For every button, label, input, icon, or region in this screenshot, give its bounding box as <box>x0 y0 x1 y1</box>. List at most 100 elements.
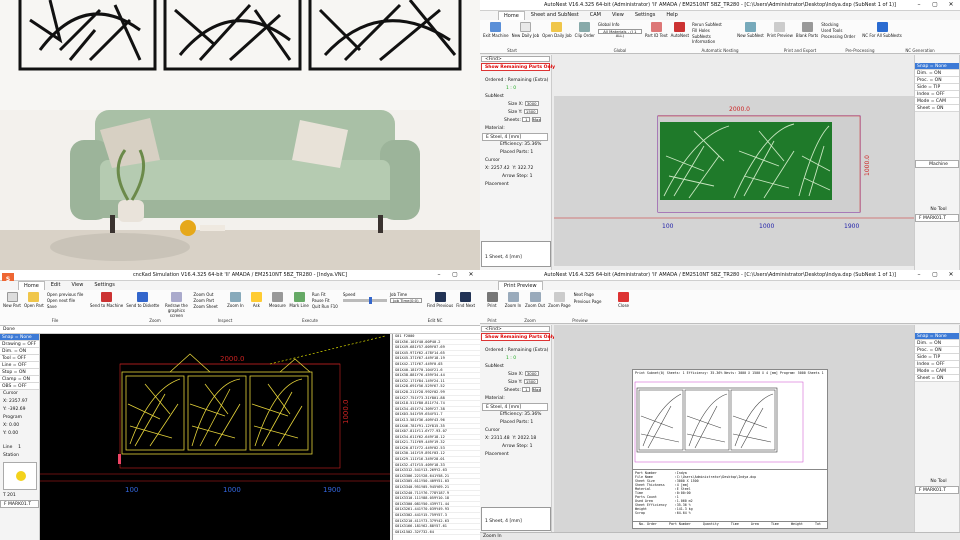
autonest-button[interactable]: AutoNest <box>671 22 689 38</box>
find-previous-button[interactable]: Find Previous <box>427 292 453 308</box>
nc-code-line[interactable]: G01X1502.32Y732.64 <box>393 530 480 536</box>
size-y-field[interactable]: 1500 <box>523 109 538 114</box>
global-info-link[interactable]: Global Info <box>598 22 642 27</box>
show-remaining-toggle[interactable]: Show Remaining Parts Only <box>481 63 555 71</box>
open-next-button[interactable]: Open next file <box>47 298 87 303</box>
sheet-toggle[interactable]: Sheet = ON <box>915 105 959 112</box>
proc-toggle[interactable]: Proc. = ON <box>915 347 959 354</box>
tab-home[interactable]: Home <box>18 281 45 290</box>
tab-cam[interactable]: CAM <box>585 11 606 20</box>
tab-home[interactable]: Home <box>498 11 525 20</box>
minimize-icon[interactable]: – <box>912 271 926 279</box>
zoom-page-button[interactable]: Zoom Page <box>548 292 571 308</box>
send-to-machine-button[interactable]: Send to Machine <box>90 292 123 308</box>
snap-toggle[interactable]: Snap = None <box>915 333 959 340</box>
print-preview-button[interactable]: Print Preview <box>767 22 793 38</box>
minimize-icon[interactable]: – <box>432 271 446 279</box>
processing-order-button[interactable]: Processing Order <box>821 34 859 39</box>
clamp-toggle[interactable]: Clamp = ON <box>0 376 39 383</box>
dim-toggle[interactable]: Dim. = ON <box>915 340 959 347</box>
size-x-field[interactable]: 3000 <box>524 101 539 106</box>
close-icon[interactable]: ✕ <box>464 271 478 279</box>
preview-area[interactable]: Print Subnet(0) Sheets: 1 Efficiency: 35… <box>554 325 914 532</box>
show-remaining-toggle[interactable]: Show Remaining Parts Only <box>481 333 555 341</box>
redraw-button[interactable]: Redraw the graphics screen <box>162 292 190 318</box>
new-daily-job-button[interactable]: New Daily Job <box>512 22 539 38</box>
side-toggle[interactable]: Side = TIP <box>915 354 959 361</box>
tab-settings[interactable]: Settings <box>630 11 661 20</box>
sheet-toggle[interactable]: Sheet = ON <box>915 375 959 382</box>
maximize-icon[interactable]: ▢ <box>928 271 942 279</box>
size-y-field[interactable]: 1500 <box>523 379 538 384</box>
pause-fit-button[interactable]: Pause Fit <box>312 298 340 303</box>
proc-toggle[interactable]: Proc. = ON <box>915 77 959 84</box>
used-tools-button[interactable]: Used Tools <box>821 28 859 33</box>
mode-toggle[interactable]: Mode = CAM <box>915 368 959 375</box>
obs-toggle[interactable]: OBS = OFF <box>0 383 39 390</box>
open-part-button[interactable]: Open Part <box>24 292 44 308</box>
speed-slider[interactable] <box>342 297 387 304</box>
new-part-button[interactable]: New Part <box>3 292 21 308</box>
fill-holes-button[interactable]: Fill Holes <box>692 28 734 33</box>
minimize-icon[interactable]: – <box>912 1 926 9</box>
save-button[interactable]: Save <box>47 304 87 309</box>
sheet-list-item[interactable]: 1 Sheet, 4 [mm] <box>482 254 550 262</box>
print-button[interactable]: Print <box>483 292 501 308</box>
tab-help[interactable]: Help <box>661 11 682 20</box>
subnests-info-button[interactable]: SubNests Information <box>692 34 734 44</box>
find-field[interactable]: <Find> <box>481 326 550 332</box>
blank-parts-button[interactable]: Blank Parts <box>796 22 818 38</box>
drawing-toggle[interactable]: Drawing = OFF <box>0 341 39 348</box>
arrow-step[interactable]: Arrow Step: 1 <box>482 173 548 181</box>
zoom-in-button[interactable]: Zoom In <box>504 292 522 308</box>
close-icon[interactable]: ✕ <box>944 271 958 279</box>
close-preview-button[interactable]: Close <box>615 292 633 308</box>
material-select[interactable]: E Steel, 4 [mm] <box>482 133 548 141</box>
snap-toggle[interactable]: Snap = None <box>915 63 959 70</box>
tab-sheet-subnest[interactable]: Sheet and SubNest <box>526 11 584 20</box>
tab-edit[interactable]: Edit <box>46 281 66 290</box>
sheets-field[interactable]: 1 <box>522 117 531 122</box>
ask-button[interactable]: Ask <box>247 292 265 308</box>
next-page-button[interactable]: Next Page <box>574 292 612 297</box>
mode-toggle[interactable]: Mode = CAM <box>915 98 959 105</box>
maximize-icon[interactable]: ▢ <box>928 1 942 9</box>
max-button[interactable]: Max <box>531 117 541 122</box>
maximize-icon[interactable]: ▢ <box>448 271 462 279</box>
mark-line-button[interactable]: Mark Line <box>289 292 309 308</box>
nest-canvas[interactable]: 2000.0 1000.0 100 1000 1900 <box>554 96 914 266</box>
measure-button[interactable]: Measure <box>268 292 286 308</box>
line-toggle[interactable]: Line = OFF <box>0 362 39 369</box>
rerun-subnest-button[interactable]: Rerun SubNest <box>692 22 734 27</box>
previous-page-button[interactable]: Previous Page <box>574 299 612 304</box>
dim-toggle[interactable]: Dim. = ON <box>915 70 959 77</box>
sheet-list-item[interactable]: 1 Sheet, 4 [mm] <box>482 518 550 526</box>
tab-view[interactable]: View <box>607 11 629 20</box>
snap-toggle[interactable]: Snap = None <box>0 334 39 341</box>
max-button[interactable]: Max <box>531 387 541 392</box>
find-field[interactable]: <Find> <box>481 56 550 62</box>
send-to-diskette-button[interactable]: Send to Diskette <box>126 292 159 308</box>
find-next-button[interactable]: Find Next <box>456 292 475 308</box>
size-x-field[interactable]: 3000 <box>524 371 539 376</box>
open-previous-button[interactable]: Open previous file <box>47 292 87 297</box>
materials-select[interactable]: All Materials - (I 1 ALL) <box>597 29 642 38</box>
close-icon[interactable]: ✕ <box>944 1 958 9</box>
simulation-canvas[interactable]: 2000.0 1000.0 100 1000 1900 <box>40 334 390 540</box>
open-daily-job-button[interactable]: Open Daily Job <box>542 22 572 38</box>
dim-toggle[interactable]: Dim. = ON <box>0 348 39 355</box>
new-subnest-button[interactable]: New SubNest <box>737 22 764 38</box>
zoom-in-button[interactable]: Zoom In <box>226 292 244 308</box>
quit-run-button[interactable]: Quit Run F10 <box>312 304 340 309</box>
zoom-part-button[interactable]: Zoom Part <box>193 298 223 303</box>
run-fit-button[interactable]: Run Fit <box>312 292 340 297</box>
stocking-button[interactable]: Stocking <box>821 22 859 27</box>
tab-view[interactable]: View <box>66 281 88 290</box>
zoom-out-button[interactable]: Zoom Out <box>525 292 545 308</box>
sheets-field[interactable]: 1 <box>522 387 531 392</box>
exit-machine-button[interactable]: Exit Machine <box>483 22 509 38</box>
tab-settings[interactable]: Settings <box>89 281 120 290</box>
zoom-out-button[interactable]: Zoom Out <box>193 292 223 297</box>
stop-toggle[interactable]: Stop = ON <box>0 369 39 376</box>
nc-for-all-subnests-button[interactable]: NC For All SubNests <box>862 22 902 38</box>
